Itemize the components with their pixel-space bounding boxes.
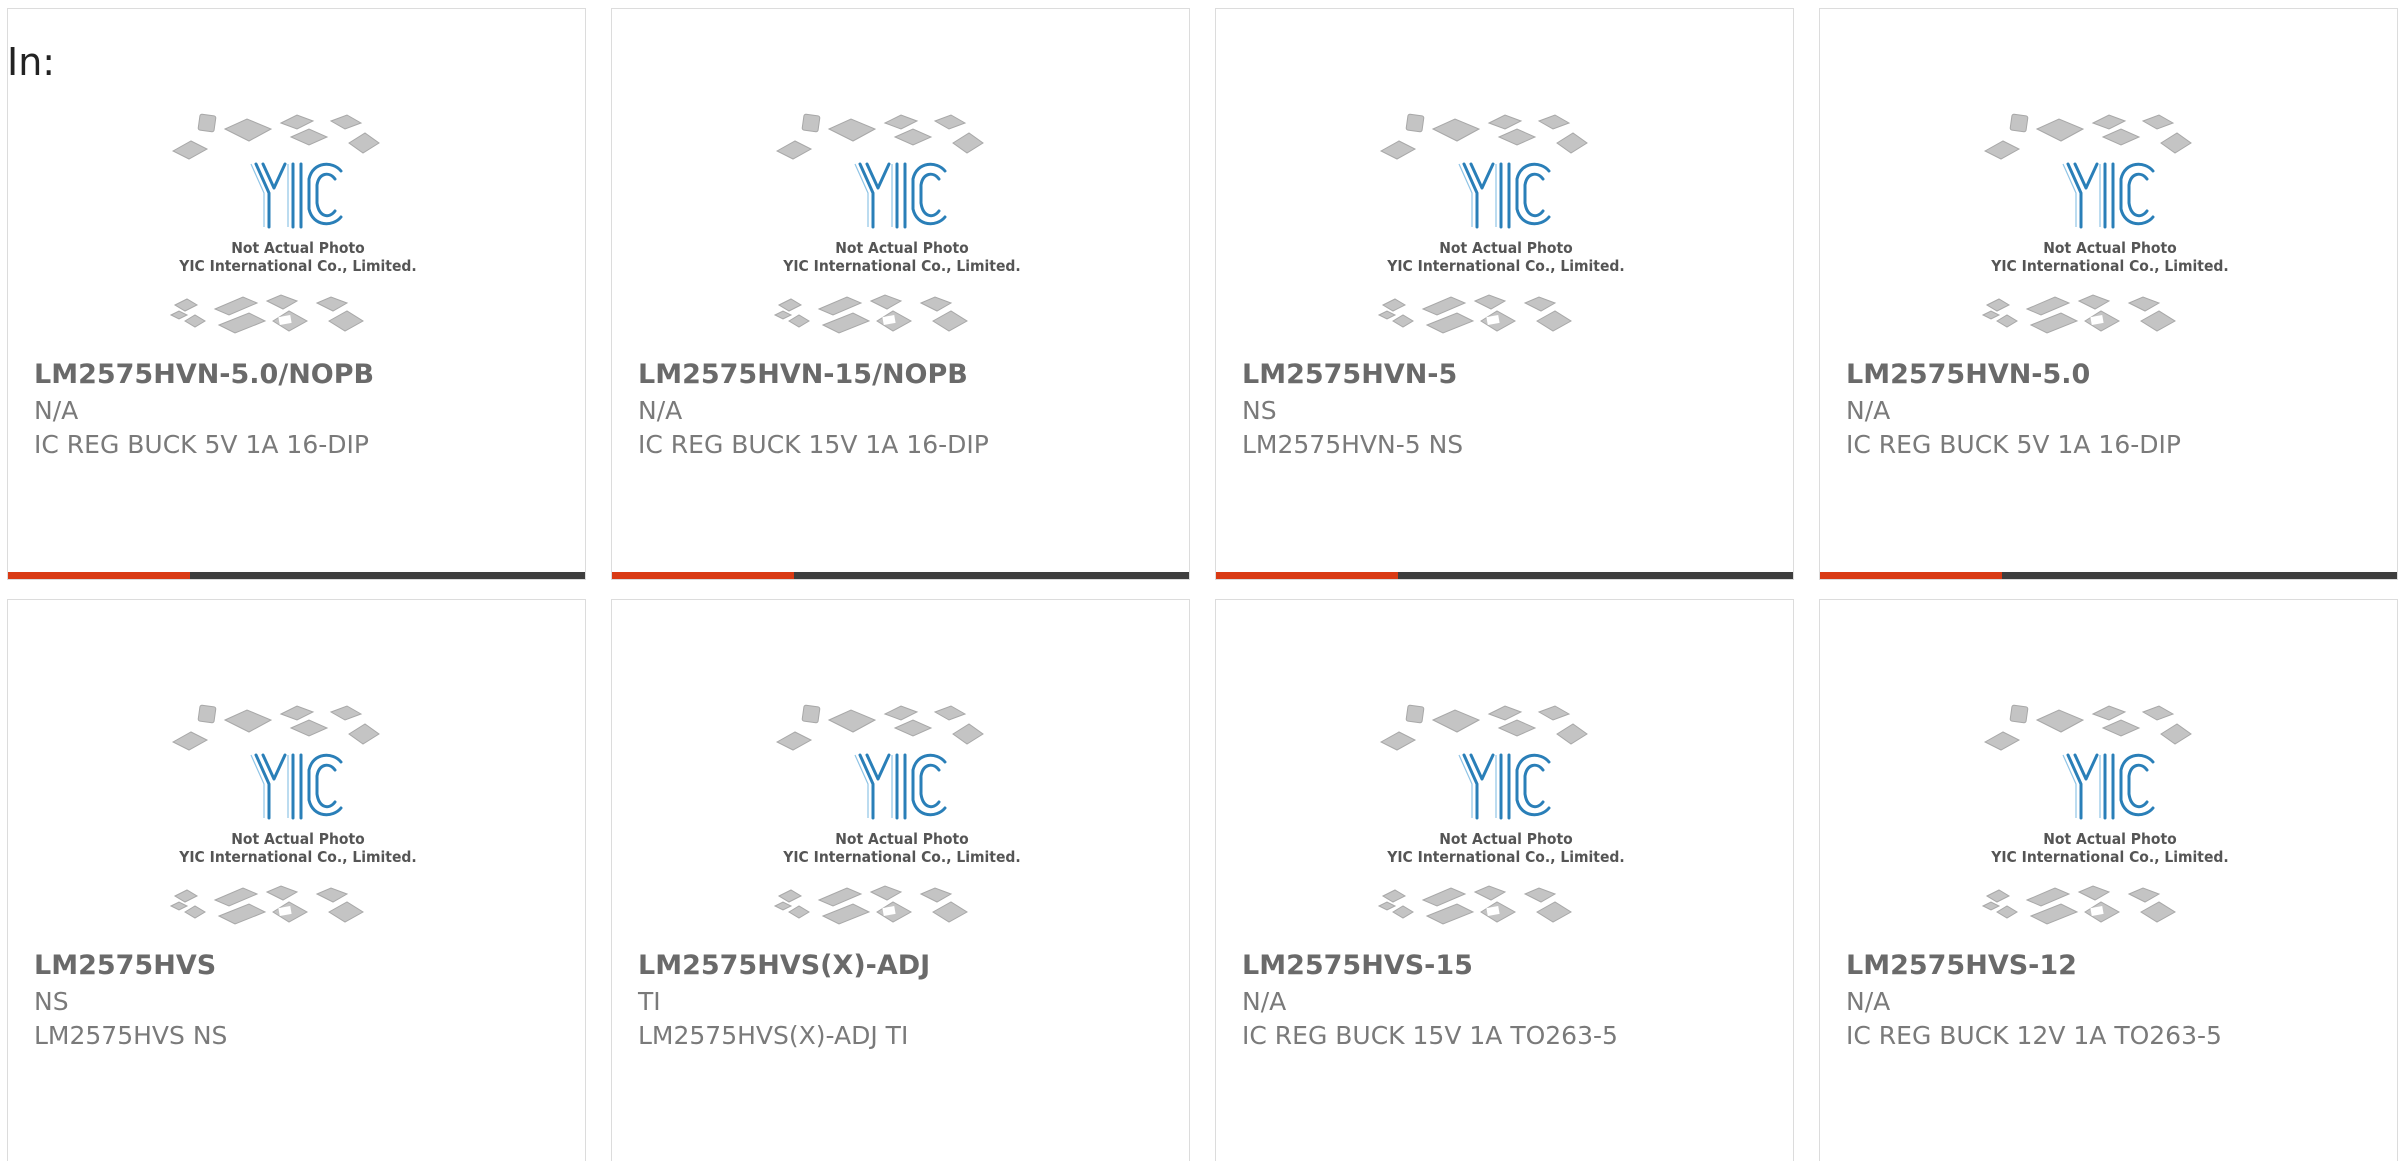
product-description: IC REG BUCK 5V 1A 16-DIP: [34, 430, 369, 459]
product-card-7[interactable]: Not Actual Photo YIC International Co., …: [1215, 599, 1794, 1161]
product-card-1[interactable]: Not Actual Photo YIC International Co., …: [7, 8, 586, 580]
photo-caption-company: YIC International Co., Limited.: [783, 257, 1021, 275]
product-photo: Not Actual Photo YIC International Co., …: [1975, 99, 2245, 349]
card-footer-bar: [1820, 572, 2397, 579]
photo-caption-notice: Not Actual Photo: [231, 830, 365, 848]
product-photo: Not Actual Photo YIC International Co., …: [767, 99, 1037, 349]
photo-caption-company: YIC International Co., Limited.: [179, 257, 417, 275]
product-description: LM2575HVS(X)-ADJ TI: [638, 1021, 909, 1050]
product-grid: Not Actual Photo YIC International Co., …: [7, 8, 2398, 1161]
photo-caption-notice: Not Actual Photo: [835, 239, 969, 257]
product-photo: Not Actual Photo YIC International Co., …: [1371, 690, 1641, 940]
yic-logo: [254, 753, 343, 820]
photo-caption-notice: Not Actual Photo: [2043, 239, 2177, 257]
product-description: IC REG BUCK 5V 1A 16-DIP: [1846, 430, 2181, 459]
manufacturer: NS: [34, 987, 69, 1016]
product-card-6[interactable]: Not Actual Photo YIC International Co., …: [611, 599, 1190, 1161]
product-photo: Not Actual Photo YIC International Co., …: [163, 99, 433, 349]
product-photo: Not Actual Photo YIC International Co., …: [1371, 99, 1641, 349]
part-number[interactable]: LM2575HVS-12: [1846, 950, 2077, 981]
yic-logo: [254, 162, 343, 229]
manufacturer: N/A: [34, 396, 79, 425]
in-label: In:: [7, 40, 56, 84]
photo-caption-company: YIC International Co., Limited.: [783, 848, 1021, 866]
photo-caption-company: YIC International Co., Limited.: [1387, 848, 1625, 866]
chip-illustration: [773, 704, 984, 925]
photo-caption-notice: Not Actual Photo: [835, 830, 969, 848]
chip-illustration: [1377, 113, 1588, 334]
product-photo: Not Actual Photo YIC International Co., …: [1975, 690, 2245, 940]
card-footer-accent: [1820, 572, 2002, 579]
photo-caption-company: YIC International Co., Limited.: [1387, 257, 1625, 275]
product-results-page: In: Not Actual Photo YIC International C…: [0, 0, 2400, 1161]
photo-caption-company: YIC International Co., Limited.: [179, 848, 417, 866]
part-number[interactable]: LM2575HVN-5.0/NOPB: [34, 359, 374, 390]
product-photo: Not Actual Photo YIC International Co., …: [767, 690, 1037, 940]
chip-illustration: [773, 113, 984, 334]
product-card-8[interactable]: Not Actual Photo YIC International Co., …: [1819, 599, 2398, 1161]
photo-caption-company: YIC International Co., Limited.: [1991, 848, 2229, 866]
chip-illustration: [1981, 704, 2192, 925]
photo-caption-company: YIC International Co., Limited.: [1991, 257, 2229, 275]
card-footer-accent: [1216, 572, 1398, 579]
yic-logo: [1462, 753, 1551, 820]
yic-logo: [1462, 162, 1551, 229]
chip-illustration: [169, 704, 380, 925]
photo-caption-notice: Not Actual Photo: [231, 239, 365, 257]
product-description: LM2575HVS NS: [34, 1021, 228, 1050]
yic-logo: [2066, 162, 2155, 229]
manufacturer: N/A: [1242, 987, 1287, 1016]
yic-logo: [2066, 753, 2155, 820]
product-description: LM2575HVN-5 NS: [1242, 430, 1464, 459]
card-footer-bar: [8, 572, 585, 579]
part-number[interactable]: LM2575HVN-15/NOPB: [638, 359, 968, 390]
part-number[interactable]: LM2575HVS: [34, 950, 216, 981]
card-footer-bar: [612, 572, 1189, 579]
photo-caption-notice: Not Actual Photo: [1439, 830, 1573, 848]
product-photo: Not Actual Photo YIC International Co., …: [163, 690, 433, 940]
chip-illustration: [1377, 704, 1588, 925]
part-number[interactable]: LM2575HVS-15: [1242, 950, 1473, 981]
part-number[interactable]: LM2575HVN-5: [1242, 359, 1457, 390]
product-card-5[interactable]: Not Actual Photo YIC International Co., …: [7, 599, 586, 1161]
manufacturer: NS: [1242, 396, 1277, 425]
part-number[interactable]: LM2575HVS(X)-ADJ: [638, 950, 930, 981]
card-footer-accent: [8, 572, 190, 579]
chip-illustration: [1981, 113, 2192, 334]
manufacturer: N/A: [638, 396, 683, 425]
product-description: IC REG BUCK 15V 1A TO263-5: [1242, 1021, 1618, 1050]
product-card-3[interactable]: Not Actual Photo YIC International Co., …: [1215, 8, 1794, 580]
manufacturer: TI: [638, 987, 661, 1016]
photo-caption-notice: Not Actual Photo: [1439, 239, 1573, 257]
part-number[interactable]: LM2575HVN-5.0: [1846, 359, 2090, 390]
product-card-4[interactable]: Not Actual Photo YIC International Co., …: [1819, 8, 2398, 580]
photo-caption-notice: Not Actual Photo: [2043, 830, 2177, 848]
product-card-2[interactable]: Not Actual Photo YIC International Co., …: [611, 8, 1190, 580]
manufacturer: N/A: [1846, 987, 1891, 1016]
yic-logo: [858, 162, 947, 229]
yic-logo: [858, 753, 947, 820]
product-description: IC REG BUCK 12V 1A TO263-5: [1846, 1021, 2222, 1050]
manufacturer: N/A: [1846, 396, 1891, 425]
card-footer-bar: [1216, 572, 1793, 579]
product-description: IC REG BUCK 15V 1A 16-DIP: [638, 430, 989, 459]
card-footer-accent: [612, 572, 794, 579]
chip-illustration: [169, 113, 380, 334]
